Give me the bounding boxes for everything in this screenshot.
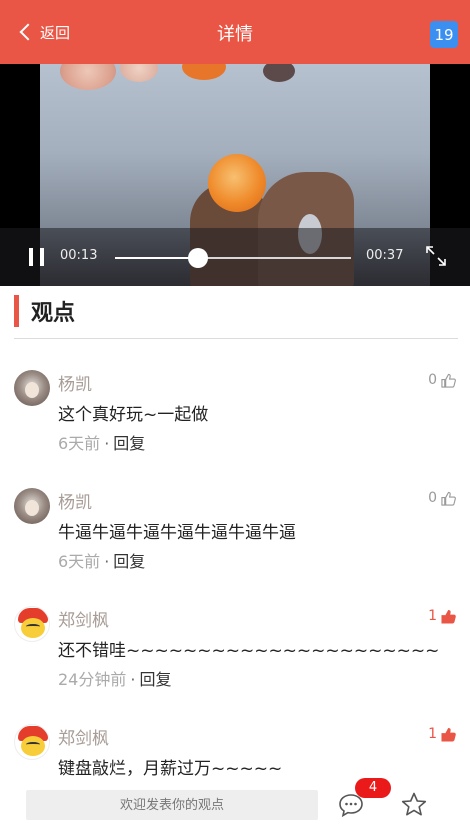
current-time: 00:13: [60, 248, 98, 263]
star-icon[interactable]: [400, 791, 428, 819]
count-badge[interactable]: 19: [430, 21, 458, 48]
video-scene-orange: [182, 64, 226, 80]
top-bar: 返回 详情 19: [0, 0, 470, 64]
avatar[interactable]: [14, 724, 50, 760]
like-count: 1: [428, 726, 437, 742]
thumbs-up-icon: [441, 373, 456, 388]
video-scene-flower: [120, 64, 158, 82]
pause-button[interactable]: [28, 248, 46, 266]
avatar-eyes: [26, 742, 40, 747]
video-controls: 00:13 00:37: [0, 228, 470, 286]
separator-dot: ·: [104, 434, 110, 453]
section-header: 观点: [14, 295, 75, 327]
comment-item: 杨凯 0 这个真好玩~一起做 6天前 · 回复: [0, 370, 470, 480]
avatar[interactable]: [14, 370, 50, 406]
comment-time: 6天前: [58, 434, 101, 453]
comment-meta: 6天前 · 回复: [58, 430, 145, 454]
like-button[interactable]: 0: [428, 490, 456, 506]
comment-count-badge: 4: [355, 778, 391, 798]
thumbs-up-icon: [441, 491, 456, 506]
reply-link[interactable]: 回复: [139, 670, 171, 689]
commenter-name[interactable]: 杨凯: [58, 488, 92, 513]
avatar-eyes: [26, 624, 40, 629]
seek-bar-fill: [115, 257, 198, 259]
page-title: 详情: [217, 24, 253, 45]
comment-text: 还不错哇~~~~~~~~~~~~~~~~~~~~~~: [58, 641, 440, 661]
fullscreen-icon[interactable]: [424, 244, 448, 268]
section-title: 观点: [31, 301, 76, 326]
accent-bar: [14, 295, 19, 327]
comment-item: 郑剑枫 1 还不错哇~~~~~~~~~~~~~~~~~~~~~~ 24分钟前 · 回…: [0, 606, 470, 716]
comment-text: 这个真好玩~一起做: [58, 405, 209, 425]
like-button[interactable]: 1: [428, 608, 456, 624]
like-count: 1: [428, 608, 437, 624]
bottom-bar: 4: [0, 778, 470, 835]
seek-thumb[interactable]: [187, 248, 208, 268]
separator-dot: ·: [130, 670, 136, 689]
avatar-face: [25, 382, 39, 398]
divider: [14, 338, 458, 339]
reply-link[interactable]: 回复: [113, 552, 145, 571]
video-scene-orange: [208, 154, 266, 212]
commenter-name[interactable]: 郑剑枫: [58, 724, 109, 749]
comment-meta: 6天前 · 回复: [58, 548, 145, 572]
separator-dot: ·: [104, 552, 110, 571]
thumbs-up-icon: [441, 727, 456, 742]
reply-link[interactable]: 回复: [113, 434, 145, 453]
commenter-name[interactable]: 郑剑枫: [58, 606, 109, 631]
comment-time: 6天前: [58, 552, 101, 571]
avatar[interactable]: [14, 606, 50, 642]
thumbs-up-icon: [441, 609, 456, 624]
avatar[interactable]: [14, 488, 50, 524]
like-count: 0: [428, 372, 437, 388]
comment-input[interactable]: [26, 790, 318, 820]
like-button[interactable]: 1: [428, 726, 456, 742]
duration: 00:37: [366, 248, 404, 263]
seek-bar[interactable]: [115, 248, 351, 268]
comment-text: 牛逼牛逼牛逼牛逼牛逼牛逼牛逼: [58, 523, 296, 543]
video-scene-object: [263, 64, 295, 82]
video-player[interactable]: 00:13 00:37: [0, 64, 470, 286]
like-button[interactable]: 0: [428, 372, 456, 388]
comment-text: 键盘敲烂，月薪过万~~~~~: [58, 759, 283, 779]
comment-meta: 24分钟前 · 回复: [58, 666, 171, 690]
like-count: 0: [428, 490, 437, 506]
avatar-face: [25, 500, 39, 516]
comment-item: 杨凯 0 牛逼牛逼牛逼牛逼牛逼牛逼牛逼 6天前 · 回复: [0, 488, 470, 598]
video-scene-flower: [60, 64, 116, 90]
comment-time: 24分钟前: [58, 670, 127, 689]
commenter-name[interactable]: 杨凯: [58, 370, 92, 395]
